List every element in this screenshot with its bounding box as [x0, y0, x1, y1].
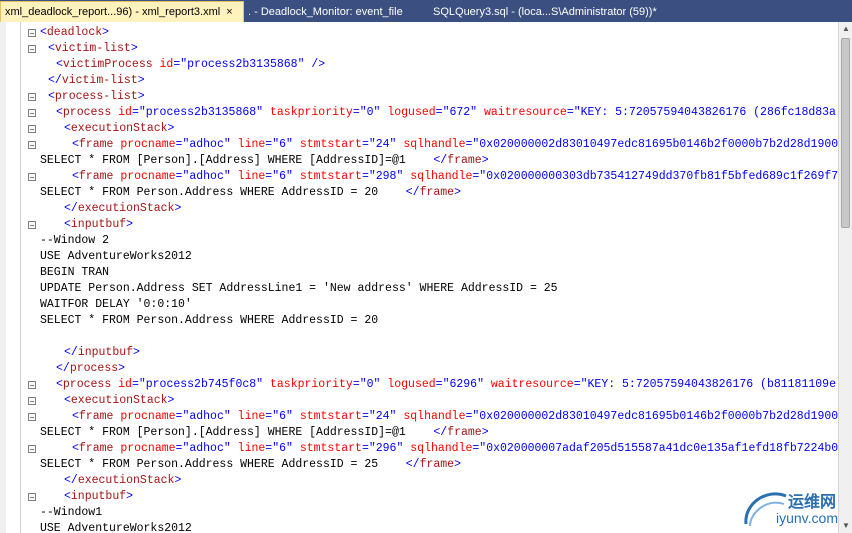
code-line: SELECT * FROM Person.Address WHERE Addre…	[40, 314, 379, 327]
code-line: SELECT * FROM [Person].[Address] WHERE […	[40, 154, 489, 167]
tab-label: xml_deadlock_report...96) - xml_report3.…	[5, 6, 221, 18]
code-line: <frame procname="adhoc" line="6" stmtsta…	[72, 170, 838, 183]
code-line: <process id="process2b3135868" taskprior…	[56, 106, 836, 119]
code-line: BEGIN TRAN	[40, 266, 110, 279]
collapse-toggle-icon[interactable]: −	[28, 493, 36, 502]
collapse-toggle-icon[interactable]: −	[28, 109, 36, 118]
code-line: SELECT * FROM Person.Address WHERE Addre…	[40, 186, 461, 199]
code-line: <victimProcess id="process2b3135868" />	[56, 58, 326, 71]
code-line: </inputbuf>	[64, 346, 140, 359]
collapse-toggle-icon[interactable]: −	[28, 381, 36, 390]
code-line: <executionStack>	[64, 394, 175, 407]
code-line: <process id="process2b745f0c8" taskprior…	[56, 378, 836, 391]
collapse-toggle-icon[interactable]: −	[28, 125, 36, 134]
collapse-toggle-icon[interactable]: −	[28, 93, 36, 102]
code-line: <executionStack>	[64, 122, 175, 135]
code-line: SELECT * FROM [Person].[Address] WHERE […	[40, 426, 489, 439]
scroll-up-icon[interactable]: ▲	[841, 24, 851, 34]
tab-sqlquery3[interactable]: SQLQuery3.sql - (loca...S\Administrator …	[433, 2, 673, 22]
code-line: --Window1	[40, 506, 103, 519]
code-line: <frame procname="adhoc" line="6" stmtsta…	[72, 442, 838, 455]
xml-editor[interactable]: <deadlock> − <victim-list> − <victimProcess …	[0, 22, 838, 533]
code-line: </victim-list>	[48, 74, 145, 87]
code-line: <frame procname="adhoc" line="6" stmtsta…	[72, 138, 838, 151]
tab-deadlock-monitor[interactable]: . - Deadlock_Monitor: event_file	[248, 2, 418, 22]
code-line: UPDATE Person.Address SET AddressLine1 =…	[40, 282, 558, 295]
collapse-toggle-icon[interactable]: −	[28, 445, 36, 454]
watermark-logo: 运维网 iyunv.com	[736, 484, 846, 530]
editor-margin	[0, 22, 6, 533]
code-line: --Window 2	[40, 234, 110, 247]
code-line: WAITFOR DELAY '0:0:10'	[40, 298, 192, 311]
vertical-scrollbar[interactable]: ▲ ▼	[838, 22, 852, 533]
collapse-toggle-icon[interactable]: −	[28, 413, 36, 422]
code-line: </executionStack>	[64, 202, 182, 215]
code-line: USE AdventureWorks2012	[40, 250, 192, 263]
code-line: </executionStack>	[64, 474, 182, 487]
scroll-thumb[interactable]	[841, 38, 850, 228]
tab-label: . - Deadlock_Monitor: event_file	[248, 6, 403, 18]
collapse-toggle-icon[interactable]: −	[28, 45, 36, 54]
close-icon[interactable]: ×	[226, 2, 232, 22]
code-line: <victim-list>	[48, 42, 138, 55]
collapse-toggle-icon[interactable]: −	[28, 397, 36, 406]
watermark-title: 运维网	[788, 494, 837, 511]
watermark-domain: iyunv.com	[776, 510, 838, 526]
collapse-toggle-icon[interactable]: −	[28, 173, 36, 182]
code-line: <deadlock>	[40, 26, 110, 39]
outline-margin	[20, 22, 21, 533]
code-line: <process-list>	[48, 90, 145, 103]
code-line: </process>	[56, 362, 126, 375]
code-line: <inputbuf>	[64, 490, 134, 503]
code-line: USE AdventureWorks2012	[40, 522, 192, 533]
collapse-toggle-icon[interactable]: −	[28, 221, 36, 230]
document-tab-bar: xml_deadlock_report...96) - xml_report3.…	[0, 0, 852, 22]
code-line: <inputbuf>	[64, 218, 134, 231]
collapse-toggle-icon[interactable]: −	[28, 29, 36, 38]
code-line: <frame procname="adhoc" line="6" stmtsta…	[72, 410, 838, 423]
code-line: SELECT * FROM Person.Address WHERE Addre…	[40, 458, 461, 471]
tab-xml-report3[interactable]: xml_deadlock_report...96) - xml_report3.…	[0, 1, 244, 22]
collapse-toggle-icon[interactable]: −	[28, 141, 36, 150]
tab-label: SQLQuery3.sql - (loca...S\Administrator …	[433, 6, 657, 18]
